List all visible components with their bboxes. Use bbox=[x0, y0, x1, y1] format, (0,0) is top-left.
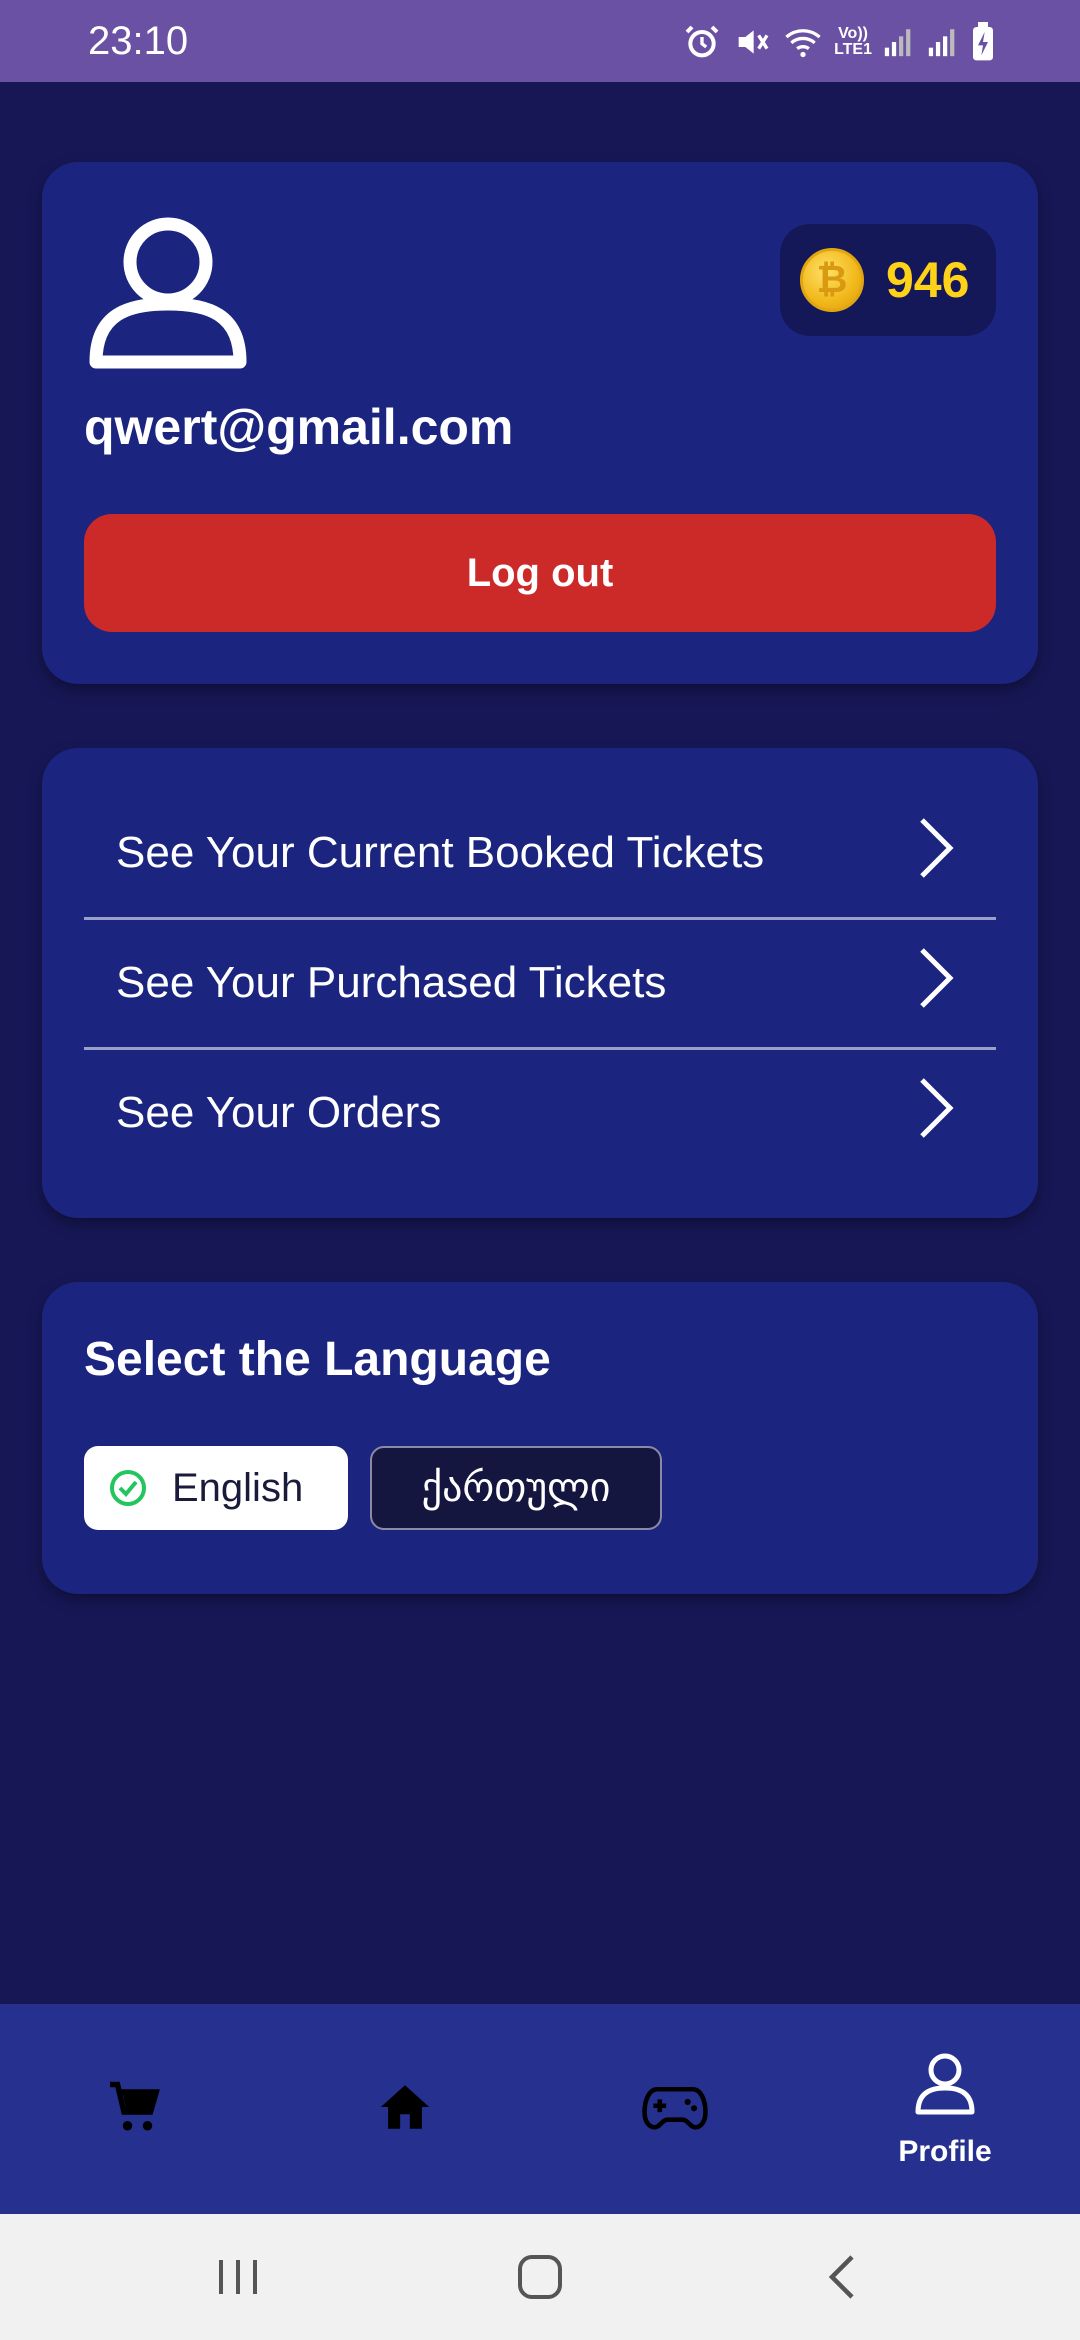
cart-icon bbox=[105, 2077, 165, 2142]
nav-item-profile[interactable]: Profile bbox=[810, 2004, 1080, 2214]
language-option-georgian[interactable]: ქართული bbox=[370, 1446, 662, 1530]
chevron-right-icon bbox=[916, 1076, 956, 1151]
logout-button[interactable]: Log out bbox=[84, 514, 996, 632]
coin-balance: ₿ 946 bbox=[780, 224, 996, 336]
system-navigation-bar bbox=[0, 2214, 1080, 2340]
alarm-icon bbox=[682, 22, 722, 62]
network-type: Vo)) LTE1 bbox=[834, 25, 872, 58]
nav-label-profile: Profile bbox=[898, 2134, 992, 2168]
bitcoin-coin-icon: ₿ bbox=[800, 248, 864, 312]
status-icons: Vo)) LTE1 bbox=[682, 20, 996, 64]
menu-item-label: See Your Orders bbox=[116, 1088, 442, 1137]
nav-item-home[interactable] bbox=[270, 2004, 540, 2214]
chevron-right-icon bbox=[916, 946, 956, 1021]
status-bar: 23:10 Vo)) LTE1 bbox=[0, 0, 1080, 82]
language-title: Select the Language bbox=[84, 1333, 551, 1386]
language-option-english[interactable]: English bbox=[84, 1446, 348, 1530]
home-icon bbox=[376, 2078, 434, 2141]
status-time: 23:10 bbox=[88, 19, 189, 63]
language-option-label: ქართული bbox=[421, 1466, 611, 1510]
nav-item-cart[interactable] bbox=[0, 2004, 270, 2214]
nav-item-games[interactable] bbox=[540, 2004, 810, 2214]
battery-charging-icon bbox=[970, 22, 996, 62]
menu-item-label: See Your Current Booked Tickets bbox=[116, 828, 765, 877]
user-email: qwert@gmail.com bbox=[84, 399, 514, 455]
mute-icon bbox=[732, 22, 772, 62]
menu-item-orders[interactable]: See Your Orders bbox=[84, 1048, 996, 1178]
menu-item-purchased-tickets[interactable]: See Your Purchased Tickets bbox=[84, 918, 996, 1048]
wifi-icon bbox=[782, 22, 824, 62]
user-icon bbox=[84, 204, 254, 374]
recent-apps-icon[interactable] bbox=[198, 2244, 278, 2310]
gamepad-icon bbox=[642, 2077, 708, 2142]
menu-item-label: See Your Purchased Tickets bbox=[116, 958, 667, 1007]
signal-icon bbox=[882, 24, 916, 60]
language-card: Select the Language English ქართული bbox=[42, 1282, 1038, 1594]
home-button-icon[interactable] bbox=[500, 2244, 580, 2310]
coin-count: 946 bbox=[886, 252, 970, 308]
check-circle-icon bbox=[108, 1468, 148, 1508]
profile-card: ₿ 946 qwert@gmail.com Log out bbox=[42, 162, 1038, 684]
signal-icon bbox=[926, 24, 960, 60]
back-icon[interactable] bbox=[802, 2244, 882, 2310]
menu-item-current-booked-tickets[interactable]: See Your Current Booked Tickets bbox=[84, 788, 996, 918]
profile-icon bbox=[913, 2050, 977, 2121]
tickets-menu-card: See Your Current Booked Tickets See Your… bbox=[42, 748, 1038, 1218]
bottom-navigation: Profile bbox=[0, 2004, 1080, 2214]
chevron-right-icon bbox=[916, 816, 956, 891]
language-option-label: English bbox=[172, 1465, 304, 1510]
